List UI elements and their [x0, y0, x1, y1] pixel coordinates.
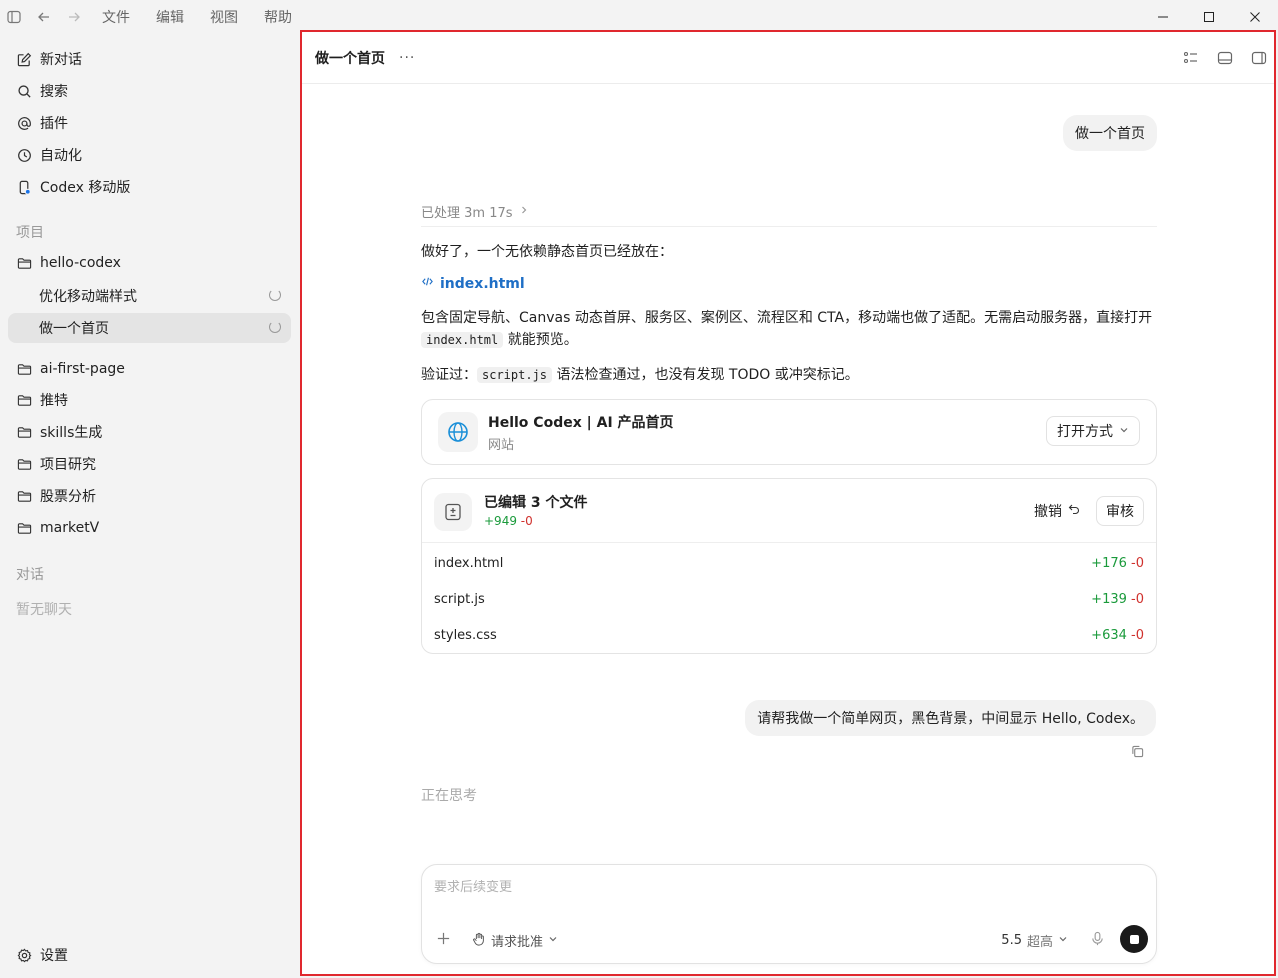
no-chats-text: 暂无聊天	[16, 602, 72, 618]
sidebar-project-marketv[interactable]: marketV	[8, 513, 291, 543]
phone-icon	[16, 179, 32, 195]
open-with-button[interactable]: 打开方式	[1046, 416, 1140, 446]
processed-status[interactable]: 已处理 3m 17s	[421, 202, 529, 221]
undo-icon	[1068, 503, 1080, 519]
sidebar-item-automation[interactable]: 自动化	[8, 140, 291, 170]
approval-dropdown[interactable]: 请求批准	[472, 931, 558, 950]
menu-help[interactable]: 帮助	[264, 7, 292, 27]
sidebar: 新对话 搜索 插件 自动化 Codex 移动版 项目 hello-codex 优…	[0, 34, 300, 978]
sidebar-item-codex-mobile[interactable]: Codex 移动版	[8, 172, 291, 202]
sidebar-item-search[interactable]: 搜索	[8, 76, 291, 106]
code-file-icon	[421, 275, 434, 292]
verify-text: 验证过： script.js 语法检查通过，也没有发现 TODO 或冲突标记。	[421, 367, 859, 383]
chevron-down-icon	[548, 933, 558, 948]
at-icon	[16, 115, 32, 131]
hand-icon	[472, 932, 486, 950]
thinking-status: 正在思考	[421, 788, 477, 804]
file-row[interactable]: index.html +176 -0	[422, 545, 1156, 581]
microphone-icon[interactable]	[1090, 931, 1106, 947]
file-link-index-html[interactable]: index.html	[421, 275, 525, 292]
sidebar-project-ai-first-page[interactable]: ai-first-page	[8, 354, 291, 384]
sidebar-thread-homepage[interactable]: 做一个首页	[8, 313, 291, 343]
stop-button[interactable]	[1120, 925, 1148, 953]
sidebar-toggle-icon[interactable]	[6, 9, 22, 25]
edited-files-title: 已编辑 3 个文件	[484, 495, 588, 511]
folder-icon	[16, 392, 32, 408]
divider	[421, 226, 1157, 227]
gear-icon	[16, 947, 32, 963]
bottom-panel-icon[interactable]	[1216, 49, 1234, 67]
diff-file-icon	[434, 493, 472, 531]
folder-icon	[16, 255, 32, 271]
undo-button[interactable]: 撤销	[1034, 501, 1080, 521]
sidebar-project-stocks[interactable]: 股票分析	[8, 481, 291, 511]
website-subtitle: 网站	[488, 438, 515, 453]
clock-icon	[16, 147, 32, 163]
close-icon[interactable]	[1232, 0, 1278, 34]
edited-files-stats: +949 -0	[484, 514, 533, 528]
edited-files-card: 已编辑 3 个文件 +949 -0 撤销 审核 index.html +176 …	[421, 478, 1157, 654]
conversation-header: 做一个首页 ···	[302, 32, 1274, 84]
maximize-icon[interactable]	[1186, 0, 1232, 34]
loading-spinner-icon	[269, 321, 281, 333]
loading-spinner-icon	[269, 289, 281, 301]
sidebar-project-twitter[interactable]: 推特	[8, 385, 291, 415]
reply-description: 包含固定导航、Canvas 动态首屏、服务区、案例区、流程区和 CTA，移动端也…	[421, 310, 1153, 348]
composer: 请求批准 5.5 超高	[421, 864, 1157, 964]
side-panel-icon[interactable]	[1250, 49, 1268, 67]
folder-icon	[16, 456, 32, 472]
user-message-bubble: 做一个首页	[1063, 115, 1157, 151]
folder-icon	[16, 361, 32, 377]
sidebar-project-hello-codex[interactable]: hello-codex	[8, 248, 291, 278]
page-title: 做一个首页	[315, 50, 385, 67]
inline-code: script.js	[477, 367, 553, 383]
plus-icon[interactable]	[436, 931, 452, 947]
projects-section-label: 项目	[16, 225, 44, 241]
globe-icon	[438, 412, 478, 452]
forward-arrow-icon[interactable]	[66, 9, 82, 25]
website-card: Hello Codex | AI 产品首页 网站 打开方式	[421, 399, 1157, 465]
reply-intro: 做好了，一个无依赖静态首页已经放在：	[421, 244, 673, 260]
chevron-right-icon	[519, 204, 529, 219]
review-button[interactable]: 审核	[1096, 496, 1144, 526]
stop-icon	[1129, 934, 1139, 944]
copy-icon[interactable]	[1131, 745, 1145, 759]
chevron-down-icon	[1119, 423, 1129, 439]
file-row[interactable]: script.js +139 -0	[422, 581, 1156, 617]
menu-bar: 文件 编辑 视图 帮助	[102, 7, 292, 27]
minimize-icon[interactable]	[1140, 0, 1186, 34]
menu-edit[interactable]: 编辑	[156, 7, 184, 27]
search-icon	[16, 83, 32, 99]
edit-icon	[16, 51, 32, 67]
sidebar-item-plugins[interactable]: 插件	[8, 108, 291, 138]
menu-file[interactable]: 文件	[102, 7, 130, 27]
main-panel: 做一个首页 ··· 做一个首页 已处理 3m 17s 做好了，一个无依赖静态首页…	[300, 30, 1276, 976]
title-bar: 文件 编辑 视图 帮助	[0, 0, 1278, 34]
folder-icon	[16, 520, 32, 536]
sidebar-thread-mobile-style[interactable]: 优化移动端样式	[8, 281, 291, 311]
sidebar-item-new-chat[interactable]: 新对话	[8, 44, 291, 74]
website-title: Hello Codex | AI 产品首页	[488, 415, 674, 431]
user-message-bubble: 请帮我做一个简单网页，黑色背景，中间显示 Hello, Codex。	[745, 700, 1156, 736]
more-options-button[interactable]: ···	[399, 50, 415, 66]
chats-section-label: 对话	[16, 567, 44, 583]
folder-icon	[16, 488, 32, 504]
sidebar-project-research[interactable]: 项目研究	[8, 449, 291, 479]
model-selector[interactable]: 5.5 超高	[1001, 931, 1068, 950]
chevron-down-icon	[1058, 933, 1068, 948]
folder-icon	[16, 424, 32, 440]
back-arrow-icon[interactable]	[36, 9, 52, 25]
file-row[interactable]: styles.css +634 -0	[422, 617, 1156, 653]
window-controls	[1140, 0, 1278, 34]
composer-input[interactable]	[434, 880, 1134, 895]
task-list-icon[interactable]	[1182, 49, 1200, 67]
inline-code: index.html	[421, 332, 504, 348]
settings-button[interactable]: 设置	[8, 940, 291, 970]
menu-view[interactable]: 视图	[210, 7, 238, 27]
sidebar-project-skills[interactable]: skills生成	[8, 417, 291, 447]
